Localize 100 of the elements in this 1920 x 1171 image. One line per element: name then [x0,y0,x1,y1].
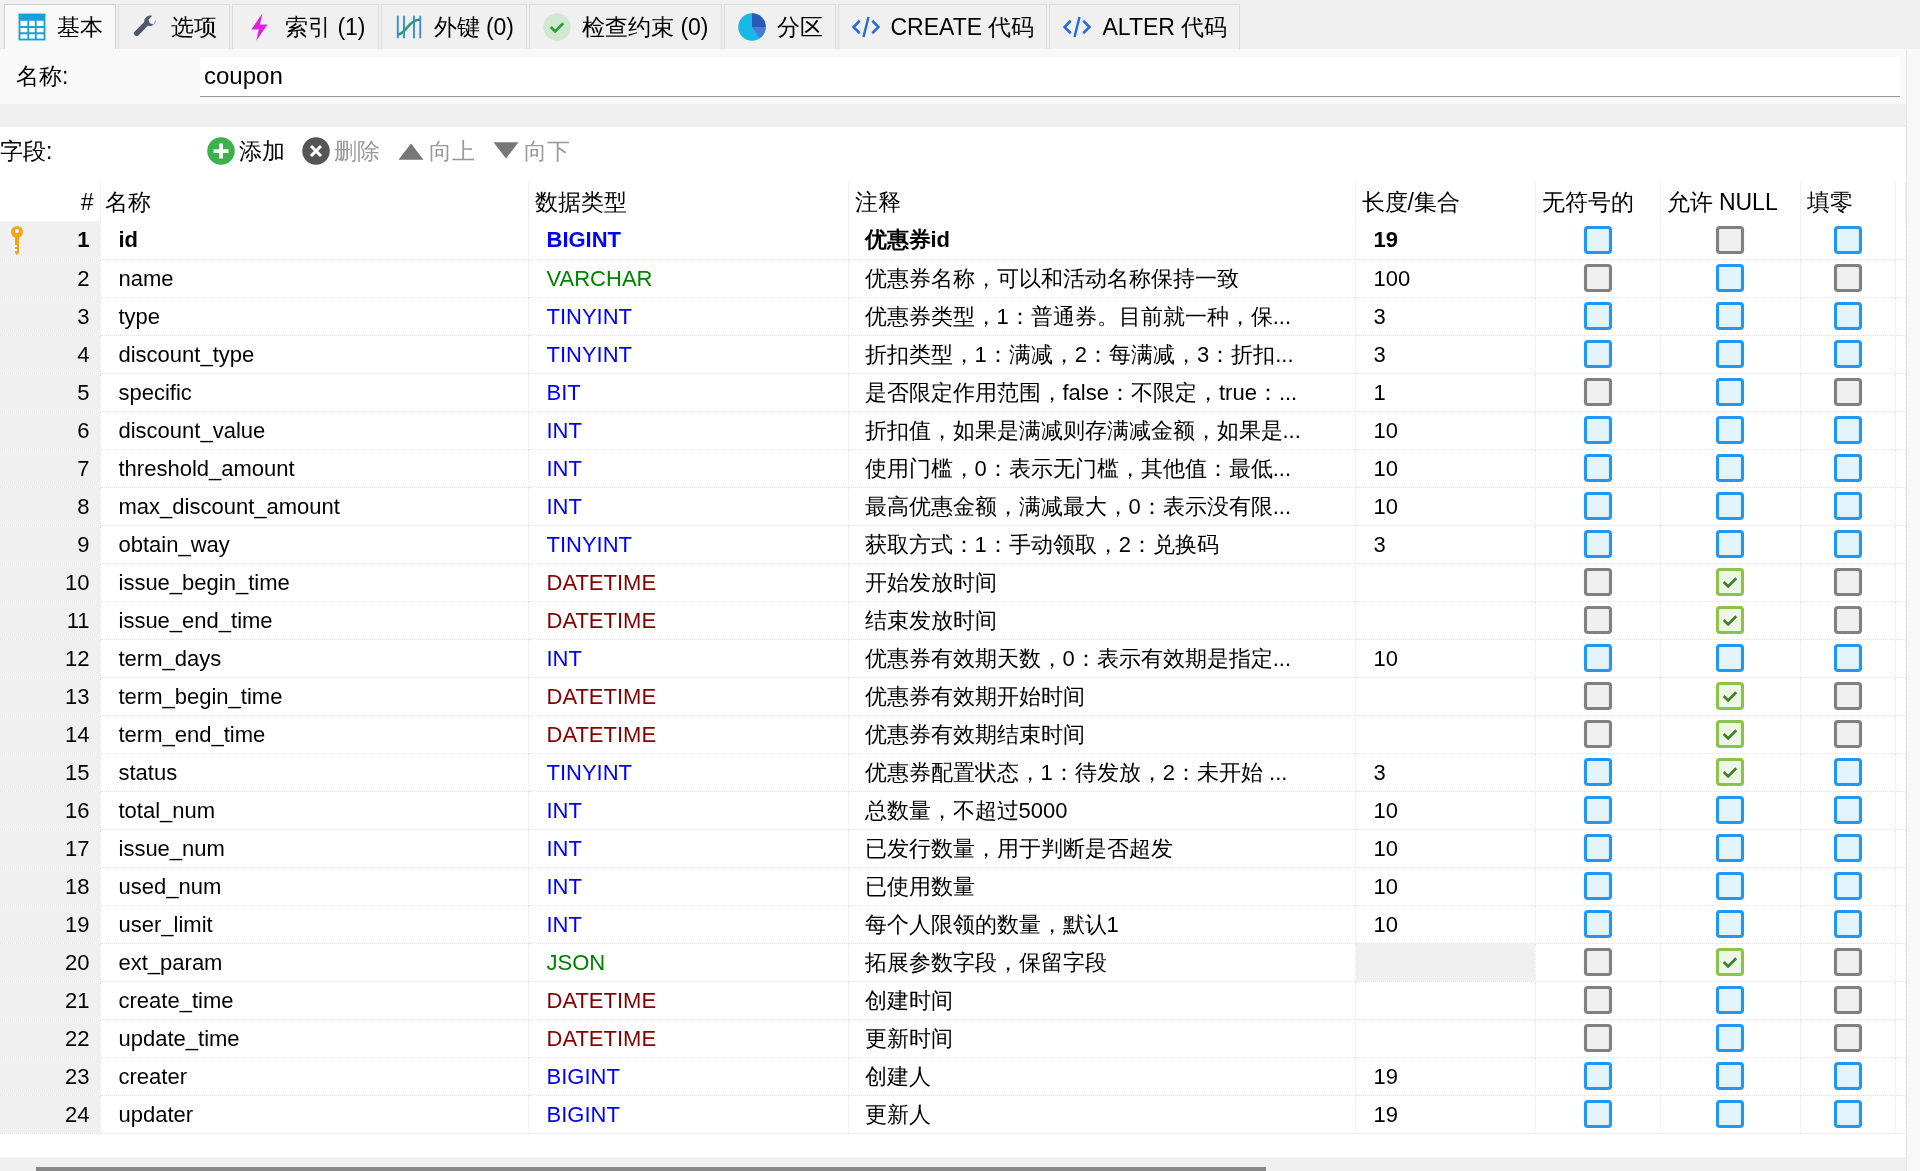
checkbox[interactable] [1832,453,1863,483]
checkbox[interactable] [1832,415,1863,445]
row-number: 18 [65,873,90,899]
checkbox[interactable] [1832,339,1863,369]
checkbox[interactable] [1582,757,1613,787]
checkbox[interactable] [1832,643,1863,673]
checkbox[interactable] [1582,871,1613,901]
table-cell: DATETIME [528,1019,848,1057]
column-header[interactable]: 数据类型 [528,183,848,221]
checkbox[interactable] [1715,833,1745,863]
checkbox[interactable] [1715,529,1745,559]
checkbox[interactable] [1715,1061,1745,1091]
checkbox[interactable] [1715,605,1745,635]
checkbox[interactable] [1582,339,1613,369]
table-cell: 10 [1355,867,1535,905]
scrollbar-thumb[interactable] [36,1167,1266,1171]
table-cell: 优惠券名称，可以和活动名称保持一致 [848,259,1355,297]
table-cell: specific [100,373,528,411]
checkbox[interactable] [1715,301,1745,331]
checkbox[interactable] [1715,681,1745,711]
checkbox[interactable] [1582,529,1613,559]
checkbox[interactable] [1715,567,1745,597]
checkbox[interactable] [1832,757,1863,787]
checkbox[interactable] [1582,643,1613,673]
tab[interactable]: 检查约束 (0) [529,4,722,49]
checkbox[interactable] [1715,453,1745,483]
checkbox[interactable] [1715,757,1745,787]
table-cell: 10 [1355,639,1535,677]
table-cell: 已使用数量 [848,867,1355,905]
row-number: 24 [65,1101,90,1127]
column-header[interactable]: 注释 [848,183,1355,221]
checkbox[interactable] [1832,491,1863,521]
tab[interactable]: CREATE 代码 [837,4,1048,49]
checkbox[interactable] [1832,871,1863,901]
checkbox[interactable] [1832,301,1863,331]
table-cell: 19 [1355,1095,1535,1133]
column-header[interactable]: 名称 [100,183,528,221]
checkbox[interactable] [1832,909,1863,939]
table-cell: 19 [1355,221,1535,259]
fields-label: 字段: [0,136,54,166]
checkbox[interactable] [1715,909,1745,939]
checkbox[interactable] [1832,1099,1863,1129]
tab[interactable]: 基本 [4,4,116,49]
add-button[interactable]: 添加 [202,133,289,169]
column-header[interactable]: 允许 NULL [1660,183,1800,221]
checkbox[interactable] [1715,871,1745,901]
tab[interactable]: ALTER 代码 [1049,4,1241,49]
tab[interactable]: 外键 (0) [380,4,527,49]
column-header[interactable]: 无符号的 [1535,183,1660,221]
table-cell: discount_value [100,411,528,449]
checkbox[interactable] [1715,795,1745,825]
checkbox[interactable] [1582,453,1613,483]
checkbox[interactable] [1715,1099,1745,1129]
name-field[interactable]: coupon [200,56,1900,97]
checkbox[interactable] [1582,415,1613,445]
table-icon [17,12,47,42]
table-cell: 创建时间 [848,981,1355,1019]
checkbox[interactable] [1715,491,1745,521]
checkbox[interactable] [1715,339,1745,369]
column-header[interactable]: 长度/集合 [1355,183,1535,221]
checkbox[interactable] [1715,985,1745,1015]
row-number: 15 [65,759,90,785]
checkbox[interactable] [1832,529,1863,559]
tab[interactable]: 选项 [118,4,230,49]
checkbox[interactable] [1715,643,1745,673]
table-cell: DATETIME [528,601,848,639]
table-cell: issue_end_time [100,601,528,639]
table-cell: 10 [1355,905,1535,943]
checkbox[interactable] [1715,377,1745,407]
close-icon [301,136,331,166]
tab[interactable]: 分区 [723,4,836,49]
checkbox[interactable] [1832,833,1863,863]
checkbox[interactable] [1582,491,1613,521]
table-cell: TINYINT [528,525,848,563]
checkbox[interactable] [1582,301,1613,331]
checkbox[interactable] [1832,795,1863,825]
checkbox[interactable] [1832,1061,1863,1091]
table-cell: threshold_amount [100,449,528,487]
table-cell: 已发行数量，用于判断是否超发 [848,829,1355,867]
table-cell: 3 [1355,335,1535,373]
table-cell: 优惠券配置状态，1：待发放，2：未开始 ... [848,753,1355,791]
checkbox[interactable] [1582,833,1613,863]
checkbox[interactable] [1832,224,1863,255]
row-number: 12 [65,645,90,671]
checkbox[interactable] [1715,947,1745,977]
column-header[interactable]: 填零 [1800,183,1895,221]
table-cell: 是否限定作用范围，false：不限定，true：... [848,373,1355,411]
checkbox[interactable] [1582,224,1613,255]
table-cell: ext_param [100,943,528,981]
checkbox[interactable] [1715,415,1745,445]
checkbox[interactable] [1582,909,1613,939]
checkbox[interactable] [1582,1061,1613,1091]
tab[interactable]: 索引 (1) [232,4,379,49]
checkbox[interactable] [1715,1023,1745,1053]
checkbox[interactable] [1582,1099,1613,1129]
checkbox[interactable] [1715,719,1745,749]
row-number: 9 [77,531,90,557]
table-cell: term_end_time [100,715,528,753]
checkbox[interactable] [1715,263,1745,293]
checkbox[interactable] [1582,795,1613,825]
